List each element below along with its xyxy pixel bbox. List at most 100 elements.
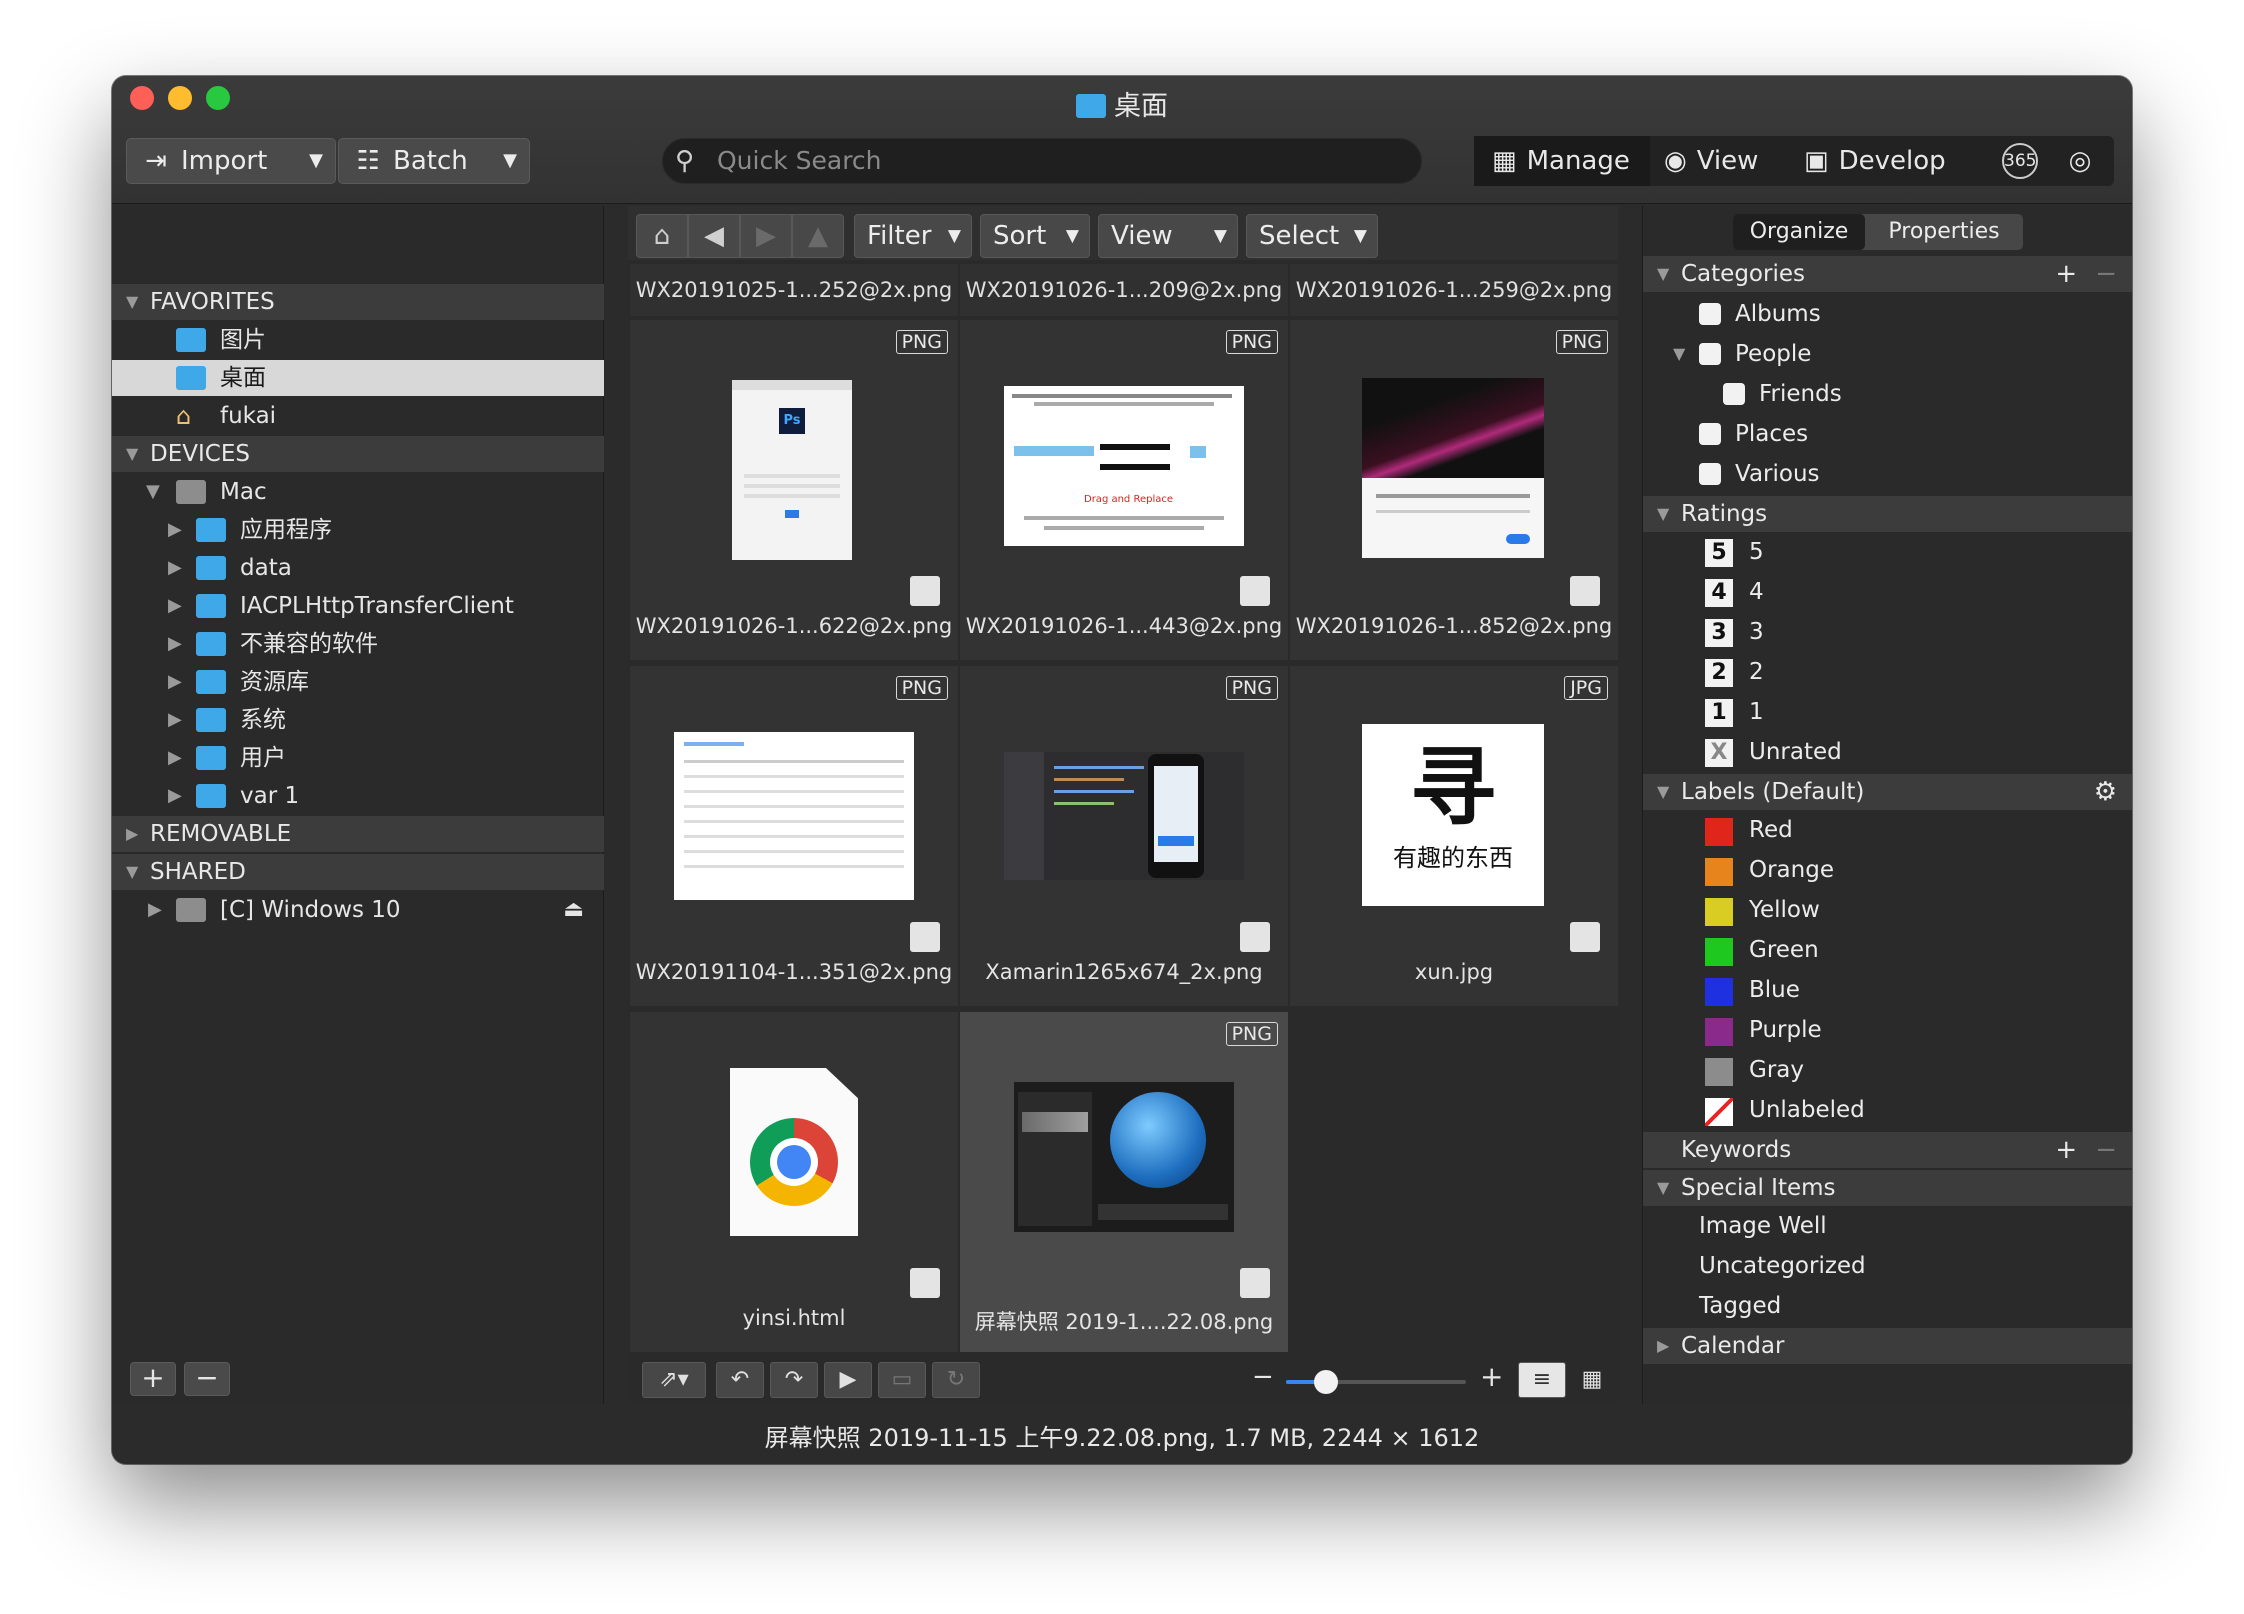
label-green[interactable]: Green [1643,930,2132,970]
zoom-out-icon[interactable]: − [1252,1362,1274,1392]
list-view-icon[interactable]: ≡ [1518,1362,1566,1398]
selection-checkbox[interactable] [1570,922,1600,952]
sidebar-item-system[interactable]: ▶ 系统 [112,702,604,738]
remove-keyword-icon[interactable]: − [2095,1135,2117,1165]
batch-button[interactable]: ☷ Batch ▼ [338,138,530,184]
sidebar-item-pictures[interactable]: 图片 [112,322,604,358]
devices-header[interactable]: ▼ DEVICES [112,436,604,472]
category-albums[interactable]: Albums [1643,294,2132,334]
category-checkbox[interactable] [1699,303,1721,325]
up-arrow-icon[interactable]: ▲ [792,214,844,258]
sidebar-item-data[interactable]: ▶ data [112,550,604,586]
sidebar-item-users[interactable]: ▶ 用户 [112,740,604,776]
manage-mode-button[interactable]: ▦ Manage [1474,136,1650,186]
back-arrow-icon[interactable]: ◀ [688,214,740,258]
selection-checkbox[interactable] [910,922,940,952]
selection-checkbox[interactable] [1240,1268,1270,1298]
special-item-tagged[interactable]: Tagged [1643,1286,2132,1326]
file-name[interactable]: WX20191026-1...209@2x.png [960,264,1288,316]
calendar-header[interactable]: ▶ Calendar [1643,1328,2132,1364]
special-items-header[interactable]: ▼ Special Items [1643,1170,2132,1206]
tab-properties[interactable]: Properties [1865,214,2023,250]
gear-icon[interactable]: ⚙ [2094,774,2117,810]
eject-icon[interactable]: ⏏ [563,892,584,928]
sidebar-item-library[interactable]: ▶ 资源库 [112,664,604,700]
thumbnail-cell[interactable]: PNG Drag and Replace WX20191026-1...443@… [960,320,1288,660]
ratings-header[interactable]: ▼ Ratings [1643,496,2132,532]
thumbnail-cell[interactable]: PNG WX20191026-1...852@2x.png [1290,320,1618,660]
home-icon[interactable]: ⌂ [636,214,688,258]
sidebar-item-home[interactable]: ⌂ fukai [112,398,604,434]
label-orange[interactable]: Orange [1643,850,2132,890]
develop-mode-button[interactable]: ▣ Develop [1792,136,1988,186]
add-button[interactable]: + [130,1362,176,1396]
rotate-left-icon[interactable]: ↶ [716,1362,764,1398]
forward-arrow-icon[interactable]: ▶ [740,214,792,258]
select-button[interactable]: Select ▼ [1246,214,1378,258]
labels-header[interactable]: ▼ Labels (Default) ⚙ [1643,774,2132,810]
thumbnail-cell-selected[interactable]: PNG 屏幕快照 2019-1....22.08.png [960,1012,1288,1352]
selection-checkbox[interactable] [1240,576,1270,606]
sidebar-item-applications[interactable]: ▶ 应用程序 [112,512,604,548]
selection-checkbox[interactable] [910,576,940,606]
selection-checkbox[interactable] [1240,922,1270,952]
zoom-slider-knob[interactable] [1313,1370,1338,1394]
category-friends[interactable]: Friends [1643,374,2132,414]
view-mode-button[interactable]: ◉ View [1650,136,1792,186]
label-red[interactable]: Red [1643,810,2132,850]
compare-icon[interactable]: ▭ [878,1362,926,1398]
sidebar-item-incompatible[interactable]: ▶ 不兼容的软件 [112,626,604,662]
rating-1[interactable]: 1 1 [1643,692,2132,732]
thumbnail-cell[interactable]: yinsi.html [630,1012,958,1352]
selection-checkbox[interactable] [910,1268,940,1298]
thumbnail-cell[interactable]: JPG 寻 有趣的东西 xun.jpg [1290,666,1618,1006]
365-button[interactable]: 365 [1992,136,2048,186]
sort-button[interactable]: Sort ▼ [980,214,1090,258]
rotate-right-icon[interactable]: ↷ [770,1362,818,1398]
category-checkbox[interactable] [1723,383,1745,405]
open-with-icon[interactable]: ⇗▾ [642,1362,706,1398]
rating-4[interactable]: 4 4 [1643,572,2132,612]
sidebar-item-desktop[interactable]: 桌面 [112,360,604,396]
category-checkbox[interactable] [1699,463,1721,485]
thumbnail-cell[interactable]: PNG WX20191104-1...351@2x.png [630,666,958,1006]
categories-header[interactable]: ▼ Categories + − [1643,256,2132,292]
rating-3[interactable]: 3 3 [1643,612,2132,652]
sidebar-item-mac[interactable]: ▼ Mac [112,474,604,510]
thumbnail-cell[interactable]: PNG Ps WX20191026-1...622@2x.png [630,320,958,660]
category-checkbox[interactable] [1699,423,1721,445]
add-keyword-icon[interactable]: + [2055,1135,2077,1165]
slideshow-icon[interactable]: ▶ [824,1362,872,1398]
category-checkbox[interactable] [1699,343,1721,365]
keywords-header[interactable]: Keywords + − [1643,1132,2132,1168]
rating-2[interactable]: 2 2 [1643,652,2132,692]
visibility-icon[interactable]: ◎ [2052,136,2108,186]
category-places[interactable]: Places [1643,414,2132,454]
view-button[interactable]: View ▼ [1098,214,1238,258]
zoom-in-icon[interactable]: + [1480,1360,1503,1393]
quick-search-input[interactable]: ⚲ Quick Search [662,138,1422,184]
sidebar-item-iacpl[interactable]: ▶ IACPLHttpTransferClient [112,588,604,624]
special-item-image-well[interactable]: Image Well [1643,1206,2132,1246]
selection-checkbox[interactable] [1570,576,1600,606]
remove-category-icon[interactable]: − [2095,259,2117,289]
label-unlabeled[interactable]: Unlabeled [1643,1090,2132,1130]
label-blue[interactable]: Blue [1643,970,2132,1010]
thumbnail-view-icon[interactable]: ▦ [1568,1362,1616,1398]
thumbnail-cell[interactable]: PNG Xamarin1265x674_2x.png [960,666,1288,1006]
sidebar-item-var[interactable]: ▶ var 1 [112,778,604,814]
special-item-uncategorized[interactable]: Uncategorized [1643,1246,2132,1286]
tab-organize[interactable]: Organize [1733,214,1865,250]
refresh-icon[interactable]: ↻ [932,1362,980,1398]
sidebar-item-windows[interactable]: ▶ [C] Windows 10 ⏏ [112,892,604,928]
filter-button[interactable]: Filter ▼ [854,214,972,258]
file-name[interactable]: WX20191025-1...252@2x.png [630,264,958,316]
label-gray[interactable]: Gray [1643,1050,2132,1090]
favorites-header[interactable]: ▼ FAVORITES [112,284,604,320]
rating-5[interactable]: 5 5 [1643,532,2132,572]
shared-header[interactable]: ▼ SHARED [112,854,604,890]
label-yellow[interactable]: Yellow [1643,890,2132,930]
label-purple[interactable]: Purple [1643,1010,2132,1050]
add-category-icon[interactable]: + [2055,259,2077,289]
rating-unrated[interactable]: X Unrated [1643,732,2132,772]
